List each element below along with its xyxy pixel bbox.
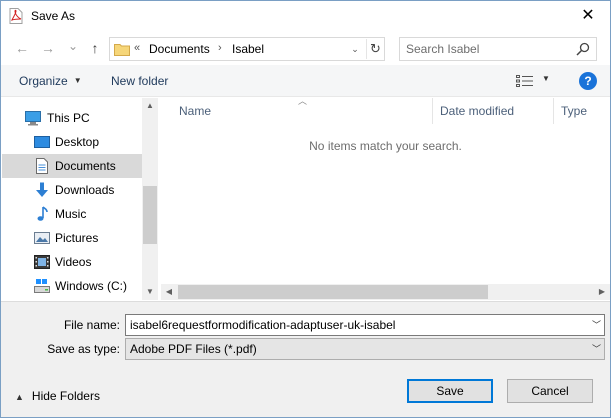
save-as-type-value: Adobe PDF Files (*.pdf)	[130, 342, 257, 356]
tree-item-pictures[interactable]: Pictures	[2, 226, 142, 250]
hide-folders-label: Hide Folders	[31, 389, 100, 403]
navigation-pane: This PC Desktop Documents Downloads Musi…	[2, 98, 158, 300]
column-header-name[interactable]: Name	[161, 98, 433, 124]
tree-item-videos[interactable]: Videos	[2, 250, 142, 274]
breadcrumb-documents[interactable]: Documents	[149, 42, 210, 56]
scrollbar-thumb[interactable]	[178, 285, 488, 299]
breadcrumb-isabel[interactable]: Isabel	[232, 42, 264, 56]
music-icon	[37, 206, 48, 221]
tree-item-label: Downloads	[55, 183, 115, 197]
nav-pane-scrollbar[interactable]: ▲ ▼	[142, 98, 158, 300]
scroll-down-icon[interactable]: ▼	[142, 284, 158, 300]
documents-icon	[36, 158, 48, 174]
filename-field[interactable]: isabel6requestformodification-adaptuser-…	[125, 314, 605, 336]
filename-value[interactable]: isabel6requestformodification-adaptuser-…	[130, 318, 395, 332]
tree-item-label: Music	[55, 207, 87, 221]
caret-down-icon: ▼	[73, 76, 82, 85]
tree-item-documents[interactable]: Documents	[2, 154, 142, 178]
back-arrow-icon[interactable]: ←	[13, 38, 31, 58]
scroll-left-icon[interactable]: ◀	[161, 284, 177, 300]
save-form: File name: isabel6requestformodification…	[1, 301, 610, 363]
desktop-icon	[34, 136, 50, 148]
filename-label: File name:	[63, 318, 120, 332]
breadcrumb-overflow[interactable]: «	[134, 42, 140, 54]
cancel-button[interactable]: Cancel	[507, 379, 593, 403]
window-title: Save As	[31, 9, 76, 23]
column-header-type[interactable]: Type	[554, 98, 610, 124]
save-button[interactable]: Save	[407, 379, 493, 403]
downloads-icon	[36, 182, 48, 197]
scroll-up-icon[interactable]: ▲	[142, 98, 158, 114]
tree-item-label: Videos	[55, 255, 92, 269]
scrollbar-thumb[interactable]	[143, 186, 157, 244]
up-folder-icon[interactable]: ↑	[86, 38, 104, 58]
tree-item-label: This PC	[47, 111, 90, 125]
change-view-icon[interactable]	[516, 75, 534, 87]
tree-item-label: Desktop	[55, 135, 100, 149]
tree-item-windows-c[interactable]: Windows (C:)	[2, 274, 142, 298]
refresh-icon[interactable]: ↻	[366, 39, 384, 59]
breadcrumb-separator[interactable]: ›	[218, 42, 222, 54]
save-as-type-select[interactable]: Adobe PDF Files (*.pdf) ﹀	[125, 338, 605, 360]
title-bar: Save As ✕	[1, 1, 610, 32]
hide-folders-button[interactable]: ▲ Hide Folders	[15, 389, 100, 403]
tree-item-music[interactable]: Music	[2, 202, 142, 226]
chevron-up-icon: ▲	[15, 392, 24, 402]
organize-button[interactable]: Organize ▼	[19, 74, 82, 88]
help-icon[interactable]: ?	[579, 72, 597, 90]
videos-icon	[34, 255, 50, 269]
tree-item-label: Pictures	[55, 231, 99, 245]
search-input[interactable]: Search Isabel	[399, 37, 597, 61]
search-icon[interactable]	[576, 42, 590, 56]
pdf-file-icon	[9, 8, 23, 24]
tree-item-downloads[interactable]: Downloads	[2, 178, 142, 202]
tree-item-this-pc[interactable]: This PC	[2, 106, 142, 130]
tree-item-label: Documents	[55, 159, 116, 173]
address-bar[interactable]: « Documents › Isabel ⌄ ↻	[109, 37, 385, 61]
file-list-scrollbar[interactable]: ◀ ▶	[161, 284, 610, 300]
drive-icon	[34, 279, 50, 293]
empty-folder-message: No items match your search.	[309, 139, 462, 153]
chevron-down-icon[interactable]: ﹀	[592, 342, 601, 355]
save-as-type-label: Save as type:	[47, 342, 120, 356]
pictures-icon	[34, 232, 50, 244]
button-bar: ▲ Hide Folders Save Cancel	[1, 363, 610, 417]
command-bar: Organize ▼ New folder ▼ ?	[1, 65, 610, 97]
folder-icon	[114, 44, 130, 56]
close-icon[interactable]: ✕	[578, 6, 598, 26]
search-placeholder: Search Isabel	[406, 42, 480, 56]
scroll-right-icon[interactable]: ▶	[594, 284, 610, 300]
file-list: ︿ Name Date modified Type No items match…	[161, 96, 610, 300]
computer-icon	[25, 111, 41, 126]
save-as-dialog: Save As ✕ ← → ⌄ ↑ « Documents › Isabel ⌄…	[0, 0, 611, 418]
navigation-bar: ← → ⌄ ↑ « Documents › Isabel ⌄ ↻ Search …	[1, 32, 610, 65]
chevron-down-icon[interactable]: ⌄	[348, 42, 362, 56]
chevron-down-icon[interactable]: ﹀	[592, 318, 601, 331]
recent-locations-icon[interactable]: ⌄	[64, 36, 82, 56]
forward-arrow-icon[interactable]: →	[39, 38, 57, 58]
tree-item-label: Windows (C:)	[55, 279, 128, 293]
new-folder-button[interactable]: New folder	[111, 74, 168, 88]
column-header-date-modified[interactable]: Date modified	[433, 98, 554, 124]
tree-item-desktop[interactable]: Desktop	[2, 130, 142, 154]
view-options-caret-icon[interactable]: ▼	[542, 74, 550, 83]
